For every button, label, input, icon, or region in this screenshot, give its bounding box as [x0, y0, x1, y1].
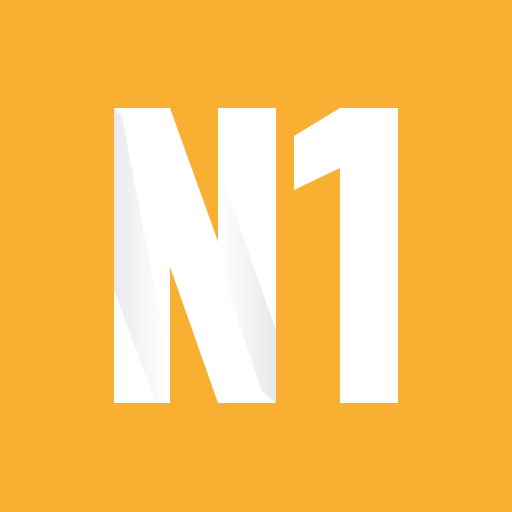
logo-canvas: N1 — [0, 0, 512, 512]
n1-logo-icon — [0, 0, 512, 512]
